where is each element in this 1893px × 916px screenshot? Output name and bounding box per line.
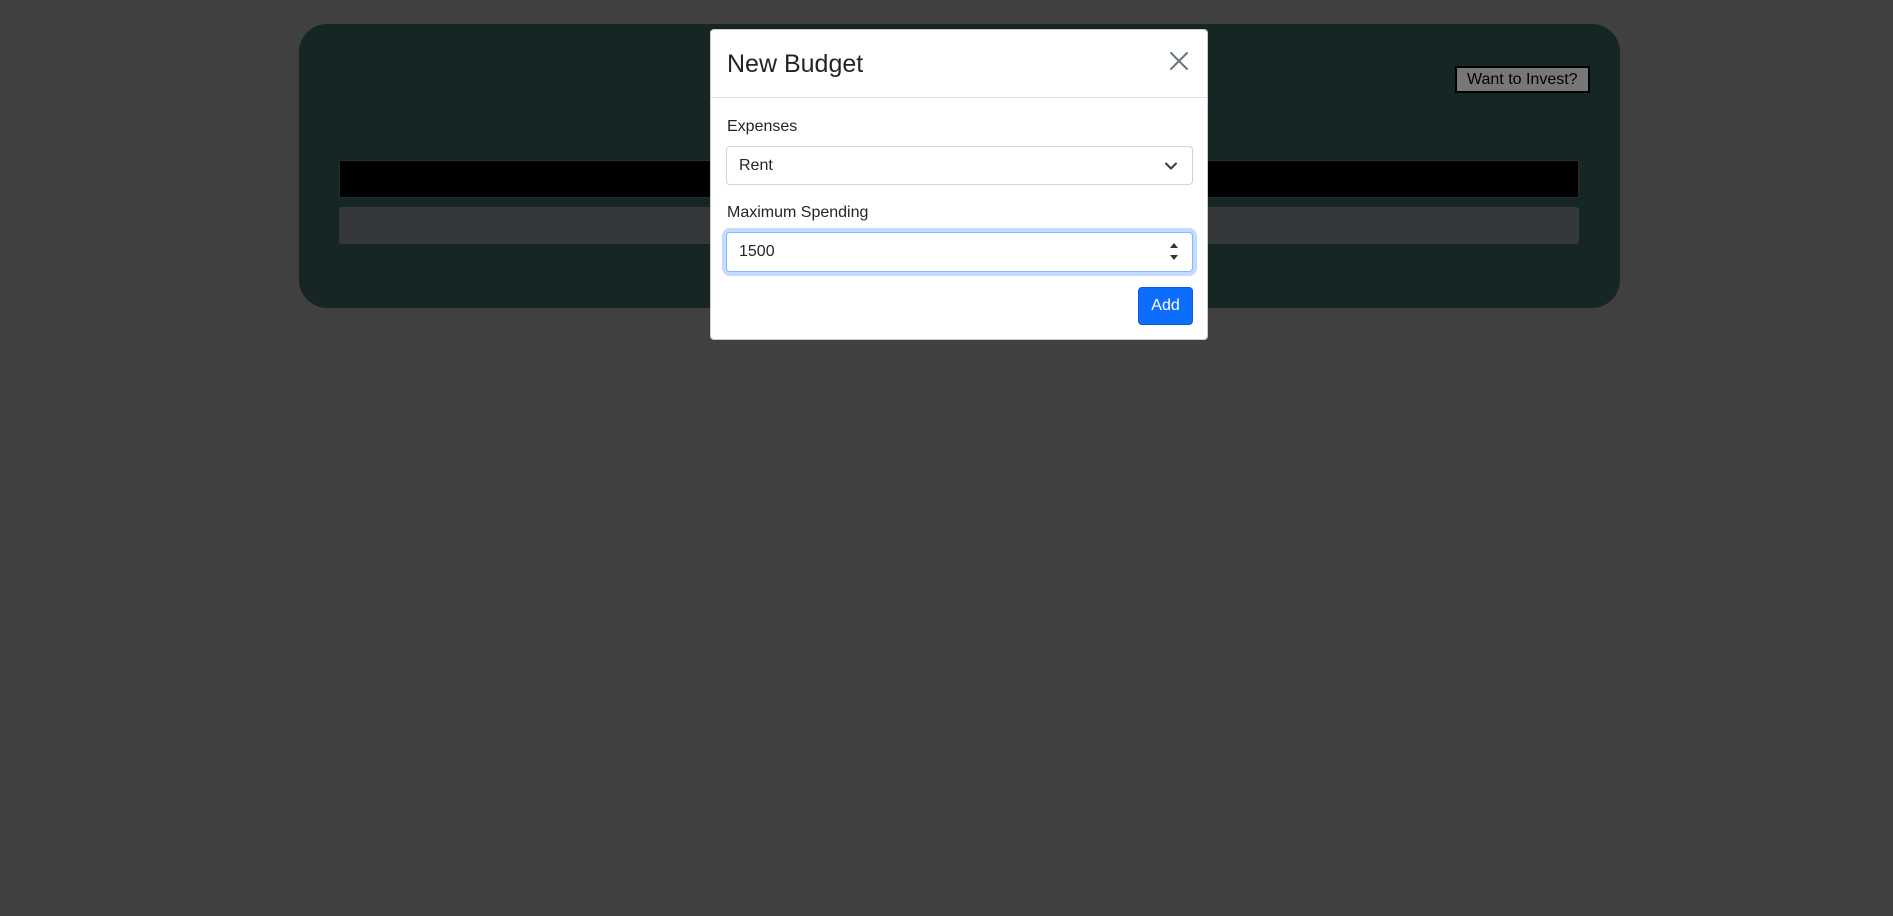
number-spinner xyxy=(1168,239,1180,265)
maximum-spending-value: 1500 xyxy=(739,243,775,260)
close-icon xyxy=(1170,52,1188,70)
expenses-label: Expenses xyxy=(727,118,798,135)
close-button[interactable] xyxy=(1166,48,1192,74)
spin-down-icon[interactable] xyxy=(1168,252,1180,264)
spin-up-icon[interactable] xyxy=(1168,239,1180,251)
maximum-spending-input[interactable]: 1500 xyxy=(726,232,1193,272)
modal-header: New Budget xyxy=(711,30,1207,98)
chevron-down-icon xyxy=(1165,162,1177,170)
new-budget-modal: New Budget Expenses Rent Maximum Spendin… xyxy=(710,29,1208,340)
expenses-select-value: Rent xyxy=(739,157,773,174)
maximum-spending-label: Maximum Spending xyxy=(727,204,869,221)
modal-title: New Budget xyxy=(727,50,864,78)
add-button[interactable]: Add xyxy=(1138,287,1193,325)
expenses-select[interactable]: Rent xyxy=(726,146,1193,185)
